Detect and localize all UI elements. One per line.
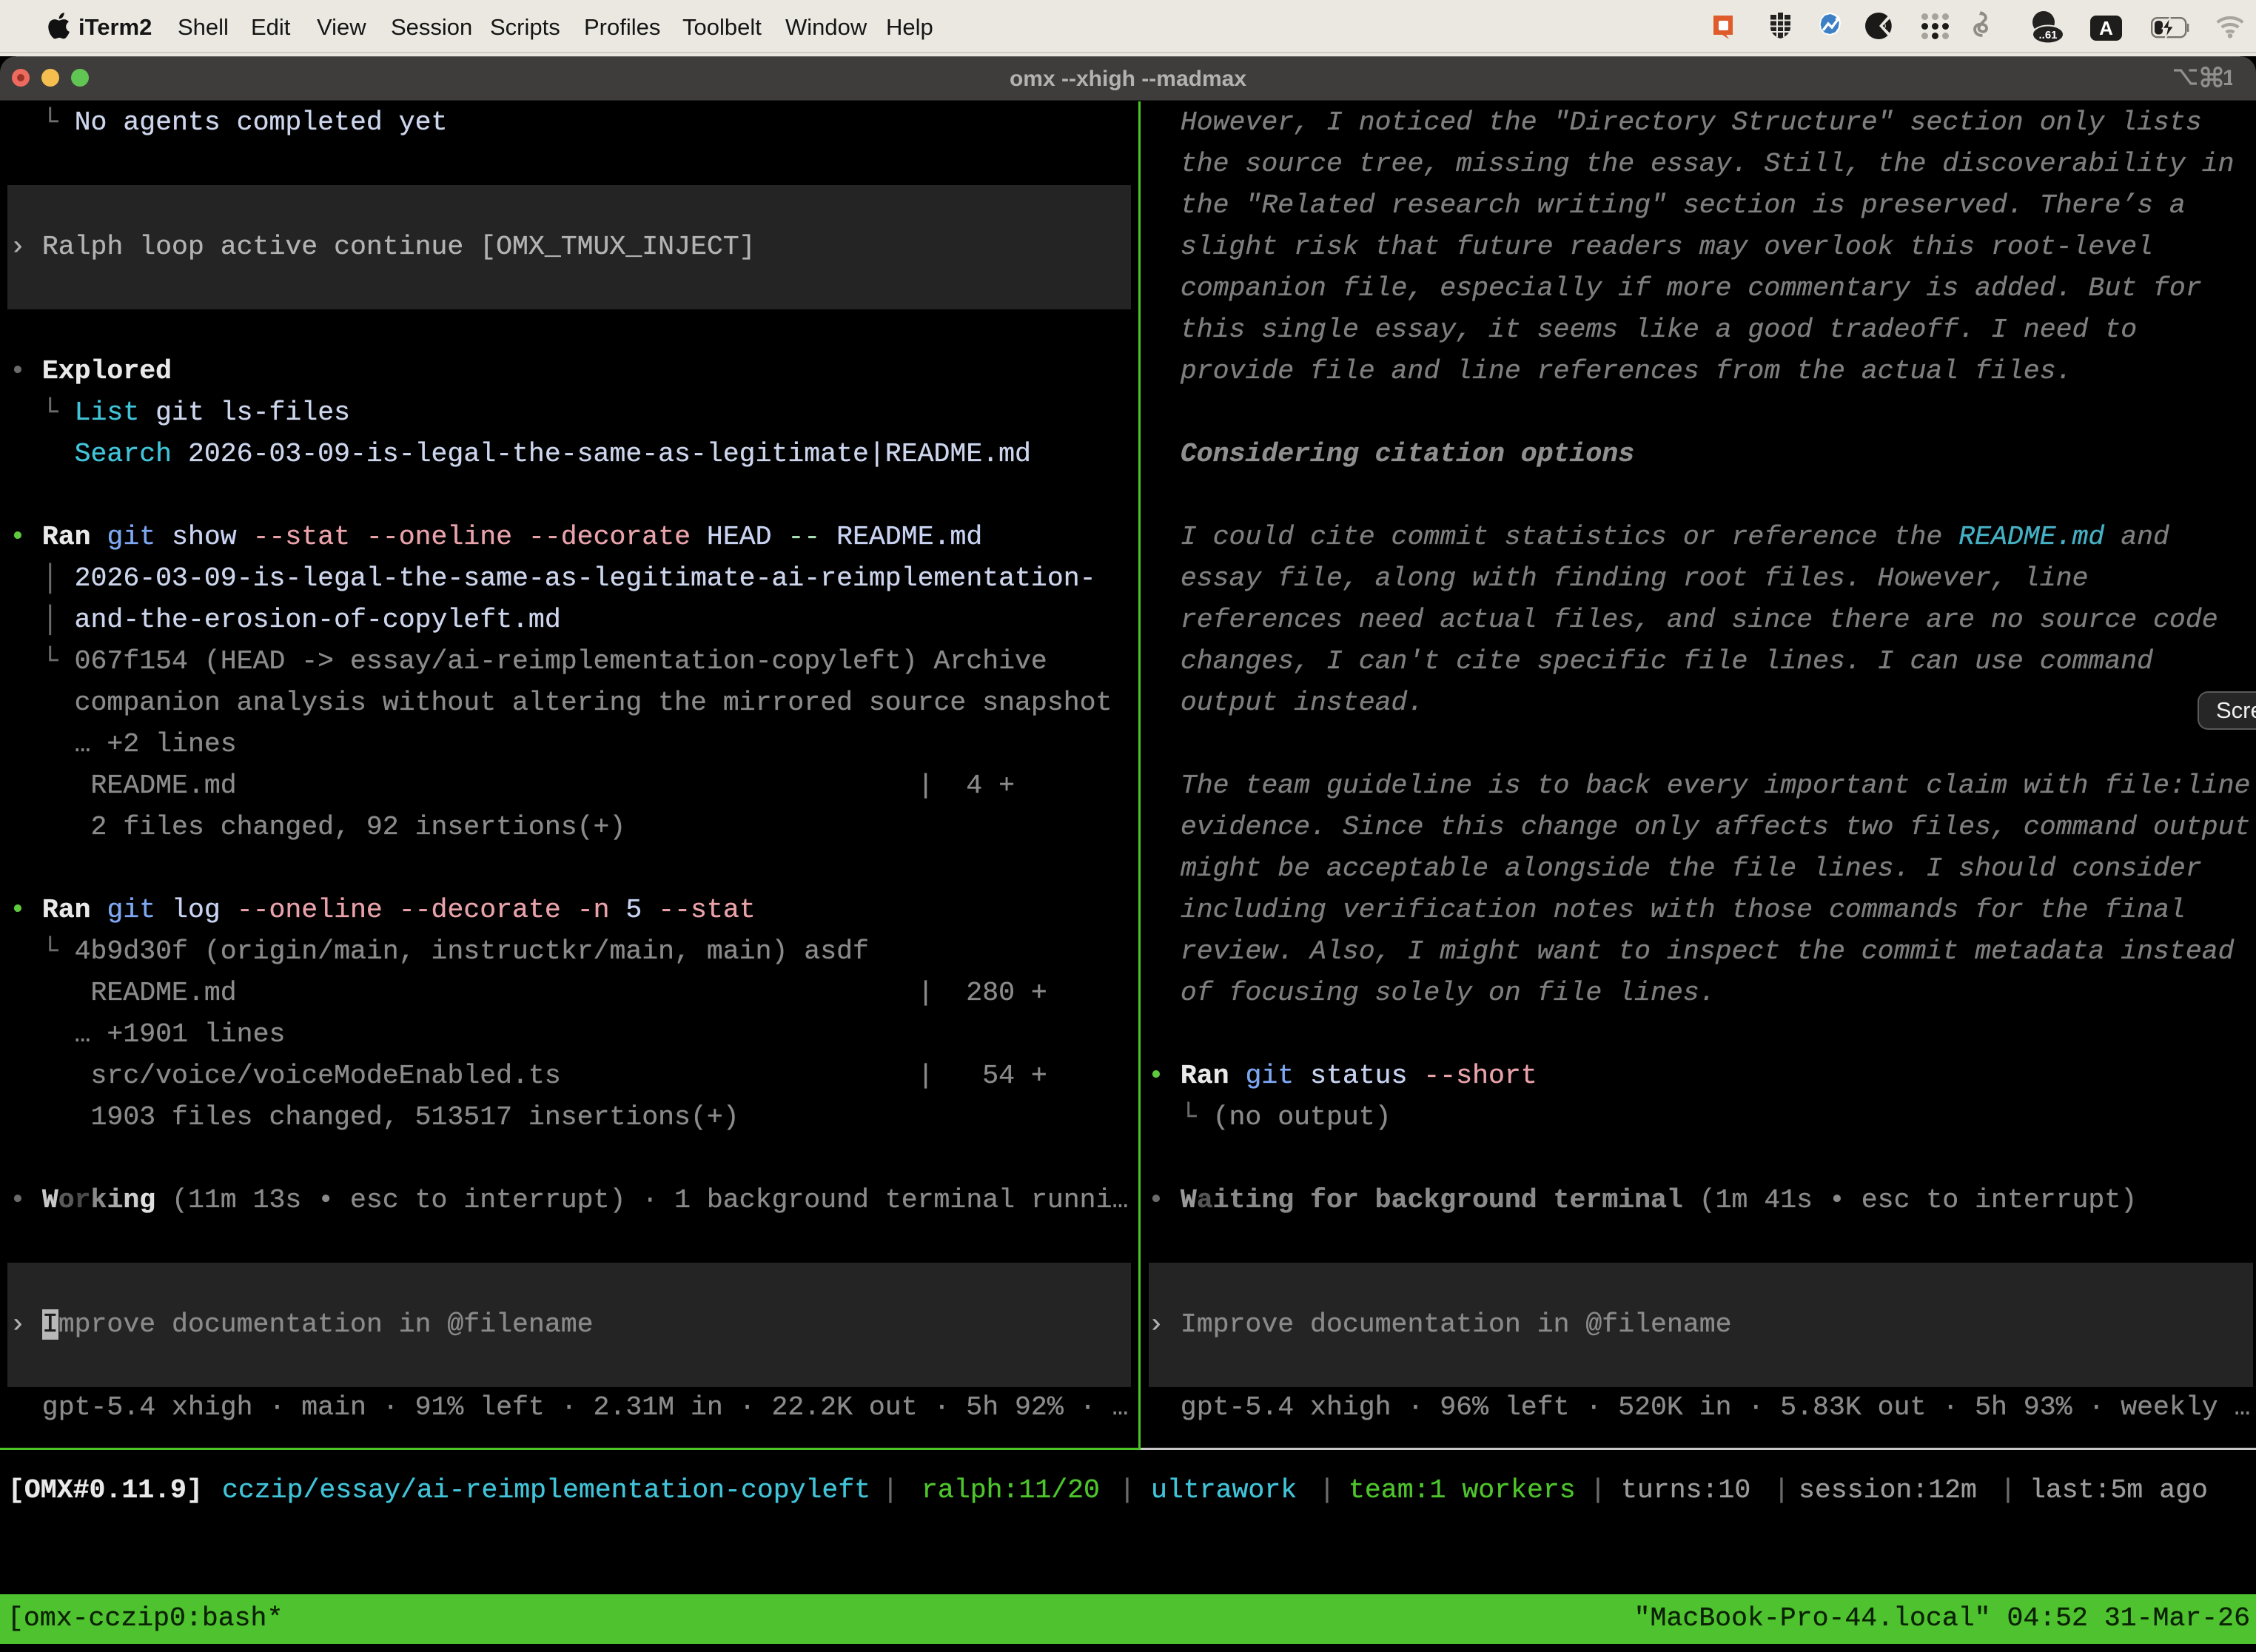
svg-text:1: 1 xyxy=(2223,66,2232,89)
svg-text:..61: ..61 xyxy=(2038,29,2057,41)
